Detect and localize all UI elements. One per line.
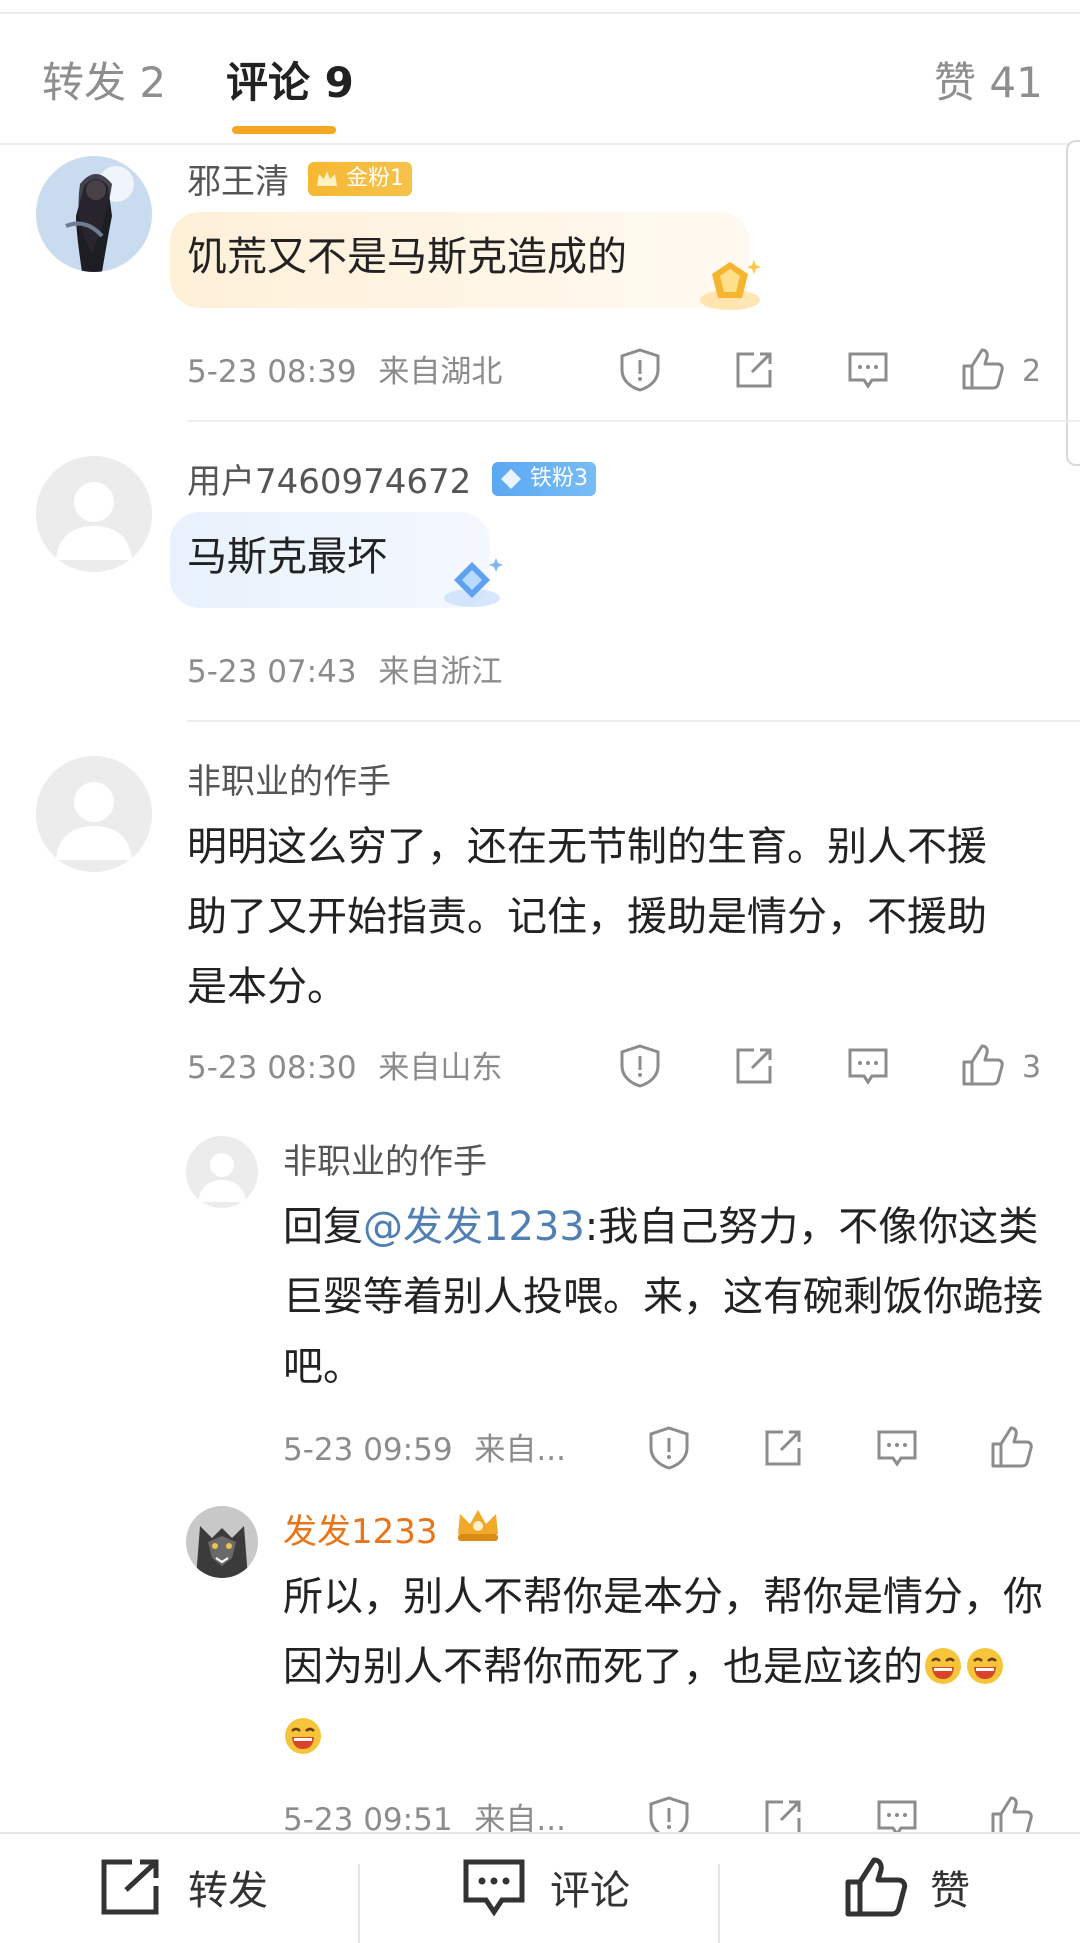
badge-label: 铁粉3 xyxy=(530,466,588,491)
tab-bar: 转发 2 评论 9 赞 41 xyxy=(0,0,1080,145)
share-icon[interactable] xyxy=(730,346,778,394)
bottom-repost-button[interactable]: 转发 xyxy=(0,1834,358,1943)
fan-badge-iron[interactable]: 铁粉3 xyxy=(492,462,596,496)
comment-meta: 5-23 08:30 来自山东 xyxy=(187,1048,502,1088)
comment-text: 马斯克最坏 xyxy=(187,534,387,580)
default-avatar[interactable] xyxy=(36,756,152,872)
mention-link[interactable]: @发发1233 xyxy=(363,1204,585,1250)
reply-username[interactable]: 非职业的作手 xyxy=(283,1140,487,1184)
reply-prefix: 回复 xyxy=(283,1204,363,1250)
bottom-action-bar: 转发 评论 赞 xyxy=(0,1832,1080,1943)
tab-comments[interactable]: 评论 9 xyxy=(226,56,354,110)
comment-username[interactable]: 邪王清 xyxy=(187,160,289,204)
comment-text: 明明这么穷了，还在无节制的生育。别人不援助了又开始指责。记住，援助是情分，不援助… xyxy=(187,824,987,1010)
default-avatar[interactable] xyxy=(36,456,152,572)
tabs-divider xyxy=(0,143,1080,145)
laughing-emoji-icon xyxy=(965,1646,1005,1686)
diamond-icon xyxy=(501,469,521,489)
crown-icon xyxy=(317,171,337,186)
report-icon[interactable] xyxy=(645,1424,693,1472)
report-icon[interactable] xyxy=(616,346,664,394)
reply-avatar[interactable] xyxy=(186,1136,258,1208)
comment-location: 来自山东 xyxy=(378,1050,503,1086)
reply-avatar-wolf[interactable] xyxy=(186,1506,258,1578)
like-icon[interactable] xyxy=(958,1042,1006,1090)
comment-icon xyxy=(460,1856,528,1918)
comment-time: 5-23 07:43 xyxy=(187,654,357,690)
fan-badge-gold[interactable]: 金粉1 xyxy=(308,162,412,196)
tab-likes[interactable]: 赞 41 xyxy=(934,56,1043,110)
share-icon xyxy=(98,1856,166,1918)
bottom-repost-label: 转发 xyxy=(188,1868,268,1914)
comment-username[interactable]: 用户7460974672 xyxy=(187,460,471,504)
share-icon[interactable] xyxy=(730,1042,778,1090)
avatar[interactable] xyxy=(36,156,152,272)
like-icon[interactable] xyxy=(958,346,1006,394)
comment-icon[interactable] xyxy=(844,1042,892,1090)
bottom-like-label: 赞 xyxy=(930,1868,970,1914)
laughing-emoji-icon xyxy=(923,1646,963,1686)
reply-username[interactable]: 发发1233 xyxy=(283,1510,438,1554)
like-count: 3 xyxy=(1022,1050,1042,1085)
comment-time: 5-23 08:39 xyxy=(187,354,357,390)
reply-meta: 5-23 09:59 来自... xyxy=(283,1430,566,1470)
like-count: 2 xyxy=(1022,354,1042,389)
tab-repost[interactable]: 转发 2 xyxy=(42,56,166,110)
bottom-like-button[interactable]: 赞 xyxy=(720,1834,1080,1943)
like-icon[interactable] xyxy=(987,1424,1035,1472)
comment-location: 来自湖北 xyxy=(378,354,503,390)
comment-username[interactable]: 非职业的作手 xyxy=(187,760,391,804)
comment-divider xyxy=(187,420,1080,422)
comment-location: 来自浙江 xyxy=(378,654,503,690)
comment-text: 饥荒又不是马斯克造成的 xyxy=(187,234,627,280)
comment-meta: 5-23 07:43 来自浙江 xyxy=(187,652,502,692)
side-panel-edge[interactable] xyxy=(1066,140,1080,466)
bottom-comment-button[interactable]: 评论 xyxy=(360,1834,718,1943)
active-tab-indicator xyxy=(232,126,336,134)
comment-time: 5-23 08:30 xyxy=(187,1050,357,1086)
badge-label: 金粉1 xyxy=(346,166,404,191)
share-icon[interactable] xyxy=(759,1424,807,1472)
like-icon xyxy=(842,1856,910,1918)
comment-meta: 5-23 08:39 来自湖北 xyxy=(187,352,502,392)
reply-text: 回复@发发1233:我自己努力，不像你这类巨婴等着别人投喂。来，这有碗剩饭你跪接… xyxy=(283,1192,1043,1402)
reply-time: 5-23 09:59 xyxy=(283,1432,453,1468)
laughing-emoji-icon xyxy=(283,1716,323,1756)
comment-divider xyxy=(187,720,1080,722)
report-icon[interactable] xyxy=(616,1042,664,1090)
reply-text: 所以，别人不帮你是本分，帮你是情分，你因为别人不帮你而死了，也是应该的 xyxy=(283,1562,1043,1772)
vip-crown-icon xyxy=(458,1510,498,1541)
comment-icon[interactable] xyxy=(873,1424,921,1472)
comment-icon[interactable] xyxy=(844,346,892,394)
bottom-comment-label: 评论 xyxy=(550,1868,630,1914)
reply-location: 来自... xyxy=(474,1432,566,1468)
